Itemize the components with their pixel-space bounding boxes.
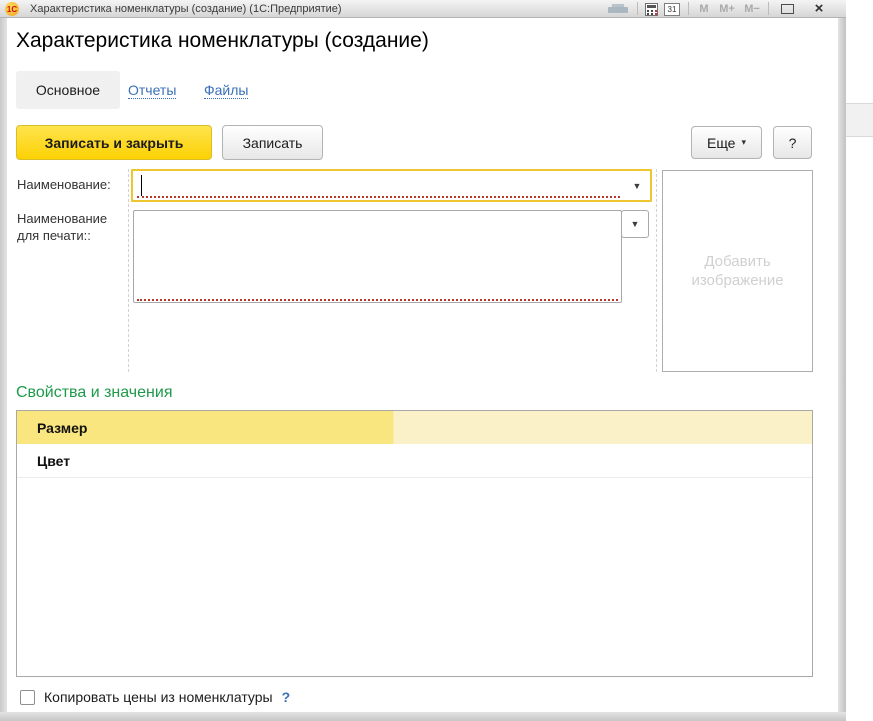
tab-osnovnoe[interactable]: Основное <box>16 71 120 109</box>
tab-faily[interactable]: Файлы <box>204 82 248 99</box>
print-icon[interactable] <box>606 2 630 16</box>
calculator-icon[interactable] <box>643 2 659 16</box>
screen: 1С Характеристика номенклатуры (создание… <box>0 0 873 721</box>
name-input[interactable]: ▼ <box>131 169 652 202</box>
printer-icon <box>608 4 628 15</box>
maximize-button[interactable] <box>779 2 796 16</box>
titlebar: 1С Характеристика номенклатуры (создание… <box>0 0 846 18</box>
dropdown-arrow-icon: ▼ <box>633 181 642 191</box>
memory-subtract-button[interactable]: M− <box>741 2 763 16</box>
copy-prices-help-link[interactable]: ? <box>282 689 291 705</box>
print-name-dropdown-button[interactable]: ▼ <box>621 210 649 238</box>
titlebar-separator <box>688 2 689 15</box>
maximize-icon <box>781 4 794 14</box>
print-name-textarea[interactable] <box>133 210 622 303</box>
memory-recall-button[interactable]: M <box>697 2 711 16</box>
help-button[interactable]: ? <box>773 126 812 159</box>
required-field-underline <box>137 196 620 198</box>
chevron-down-icon: ▾ <box>741 137 746 148</box>
close-button[interactable]: × <box>810 2 828 16</box>
window-title: Характеристика номенклатуры (создание) (… <box>30 3 342 15</box>
more-button[interactable]: Еще ▾ <box>691 126 762 159</box>
page-title: Характеристика номенклатуры (создание) <box>16 29 429 53</box>
more-button-label: Еще <box>707 135 736 151</box>
dropdown-arrow-icon: ▼ <box>631 219 640 229</box>
add-image-placeholder-line2: изображение <box>691 271 783 290</box>
background-window-fragment <box>846 103 873 137</box>
calculator-glyph-icon <box>645 3 658 16</box>
name-field-label: Наименование: <box>17 176 111 193</box>
copy-prices-label: Копировать цены из номенклатуры <box>44 689 273 705</box>
dialog-window: 1С Характеристика номенклатуры (создание… <box>0 0 846 721</box>
add-image-placeholder-line1: Добавить <box>691 252 783 271</box>
window-frame-right <box>838 18 846 712</box>
dialog-content: Характеристика номенклатуры (создание) О… <box>7 19 838 712</box>
properties-section-title: Свойства и значения <box>16 384 172 402</box>
1c-logo-icon: 1С <box>5 2 19 16</box>
copy-prices-checkbox[interactable] <box>20 690 35 705</box>
print-name-label-line2: для печати:: <box>17 227 107 244</box>
save-button[interactable]: Записать <box>222 125 323 160</box>
required-field-underline <box>137 299 618 301</box>
calendar-icon[interactable]: 31 <box>663 2 681 16</box>
calendar-day: 31 <box>664 3 680 16</box>
titlebar-separator <box>768 2 769 15</box>
tab-otchety[interactable]: Отчеты <box>128 82 176 99</box>
titlebar-separator <box>637 2 638 15</box>
save-and-close-button[interactable]: Записать и закрыть <box>16 125 212 160</box>
copy-prices-row: Копировать цены из номенклатуры ? <box>20 689 290 705</box>
properties-table: Размер Цвет <box>16 410 813 677</box>
form-image-splitter[interactable] <box>656 169 657 372</box>
add-image-button[interactable]: Добавить изображение <box>662 170 813 372</box>
window-frame-left <box>0 18 7 712</box>
table-row-tsvet[interactable]: Цвет <box>17 445 812 478</box>
memory-add-button[interactable]: M+ <box>716 2 738 16</box>
text-cursor <box>141 175 142 196</box>
window-frame-bottom <box>0 712 846 721</box>
form-label-splitter <box>128 169 129 372</box>
name-dropdown-button[interactable]: ▼ <box>624 171 650 200</box>
table-row-razmer[interactable]: Размер <box>17 411 812 445</box>
close-icon: × <box>815 2 824 16</box>
print-name-field-label: Наименование для печати:: <box>17 210 107 244</box>
property-name: Цвет <box>17 453 70 469</box>
print-name-label-line1: Наименование <box>17 210 107 227</box>
property-name: Размер <box>17 420 87 436</box>
